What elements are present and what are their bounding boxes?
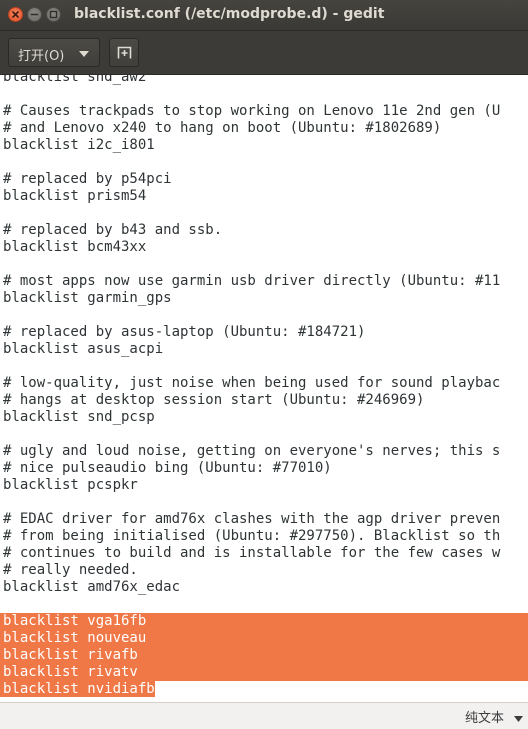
comment-line[interactable]: # Causes trackpads to stop working on Le…	[0, 103, 528, 120]
window-title: blacklist.conf (/etc/modprobe.d) - gedit	[74, 6, 385, 22]
chevron-down-icon	[514, 715, 524, 722]
close-icon	[12, 11, 19, 18]
maximize-icon	[49, 10, 58, 19]
empty-line[interactable]	[0, 154, 528, 171]
comment-line[interactable]: # continues to build and is installable …	[0, 545, 528, 562]
gedit-window: blacklist.conf (/etc/modprobe.d) - gedit…	[0, 0, 528, 729]
comment-line[interactable]: # low-quality, just noise when being use…	[0, 375, 528, 392]
empty-line[interactable]	[0, 596, 528, 613]
code-line[interactable]: blacklist snd_aw2	[0, 75, 528, 86]
new-document-button[interactable]	[109, 38, 139, 67]
editor-content[interactable]: blacklist snd_aw2 # Causes trackpads to s…	[0, 75, 528, 698]
selected-line[interactable]: blacklist rivafb	[0, 647, 528, 664]
comment-line[interactable]: # really needed.	[0, 562, 528, 579]
comment-line[interactable]: # nice pulseaudio bing (Ubuntu: #77010)	[0, 460, 528, 477]
empty-line[interactable]	[0, 86, 528, 103]
selected-text[interactable]: blacklist nvidiafb	[0, 681, 155, 697]
empty-line[interactable]	[0, 307, 528, 324]
chevron-down-icon	[79, 51, 89, 57]
comment-line[interactable]: # hangs at desktop session start (Ubuntu…	[0, 392, 528, 409]
empty-line[interactable]	[0, 426, 528, 443]
selected-line[interactable]: blacklist vga16fb	[0, 613, 528, 630]
maximize-window-button[interactable]	[46, 7, 61, 22]
minimize-window-button[interactable]	[27, 7, 42, 22]
code-line[interactable]: blacklist prism54	[0, 188, 528, 205]
code-line[interactable]: blacklist snd_pcsp	[0, 409, 528, 426]
code-line[interactable]: blacklist asus_acpi	[0, 341, 528, 358]
text-editor[interactable]: blacklist snd_aw2 # Causes trackpads to s…	[0, 75, 528, 702]
comment-line[interactable]: # EDAC driver for amd76x clashes with th…	[0, 511, 528, 528]
code-line[interactable]: blacklist pcspkr	[0, 477, 528, 494]
header-toolbar: 打开(O)	[0, 31, 528, 75]
title-bar[interactable]: blacklist.conf (/etc/modprobe.d) - gedit	[0, 0, 528, 31]
language-selector[interactable]: 纯文本	[465, 707, 524, 726]
comment-line[interactable]: # ugly and loud noise, getting on everyo…	[0, 443, 528, 460]
open-file-label: 打开(O)	[18, 49, 65, 64]
empty-line[interactable]	[0, 205, 528, 222]
comment-line[interactable]: # replaced by asus-laptop (Ubuntu: #1847…	[0, 324, 528, 341]
language-label: 纯文本	[465, 711, 505, 726]
comment-line[interactable]: # replaced by p54pci	[0, 171, 528, 188]
empty-line[interactable]	[0, 256, 528, 273]
empty-line[interactable]	[0, 358, 528, 375]
comment-line[interactable]: # most apps now use garmin usb driver di…	[0, 273, 528, 290]
selected-line[interactable]: blacklist nouveau	[0, 630, 528, 647]
new-document-icon	[117, 46, 132, 59]
empty-line[interactable]	[0, 494, 528, 511]
comment-line[interactable]: # replaced by b43 and ssb.	[0, 222, 528, 239]
close-window-button[interactable]	[8, 7, 23, 22]
selected-line-partial[interactable]: blacklist nvidiafb	[0, 681, 528, 698]
code-line[interactable]: blacklist amd76x_edac	[0, 579, 528, 596]
status-bar: 纯文本	[0, 702, 528, 729]
comment-line[interactable]: # and Lenovo x240 to hang on boot (Ubunt…	[0, 120, 528, 137]
minimize-icon	[30, 13, 39, 16]
code-line[interactable]: blacklist garmin_gps	[0, 290, 528, 307]
open-file-button[interactable]: 打开(O)	[8, 38, 100, 67]
code-line[interactable]: blacklist i2c_i801	[0, 137, 528, 154]
selected-line[interactable]: blacklist rivatv	[0, 664, 528, 681]
comment-line[interactable]: # from being initialised (Ubuntu: #29775…	[0, 528, 528, 545]
code-line[interactable]: blacklist bcm43xx	[0, 239, 528, 256]
